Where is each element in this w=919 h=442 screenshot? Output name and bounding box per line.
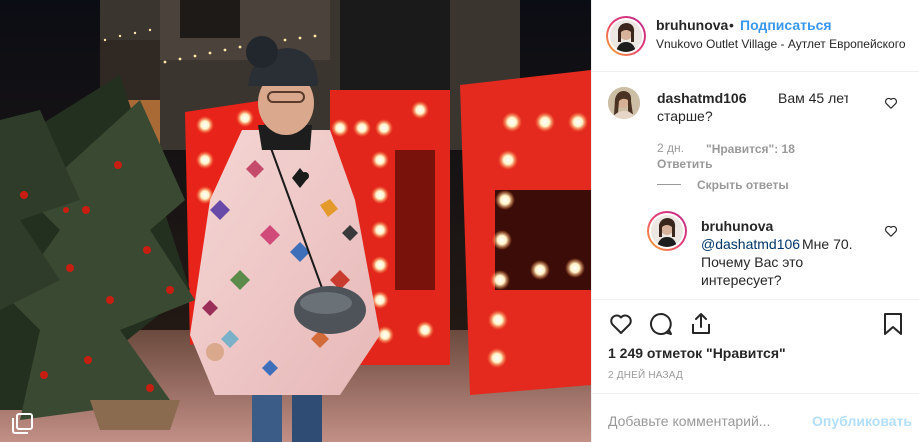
post-photo[interactable] (0, 0, 591, 442)
comment-likes-count[interactable]: "Нравится": 18 (706, 142, 795, 156)
comment-icon[interactable] (648, 311, 674, 337)
reply-like-heart-icon[interactable] (884, 224, 898, 238)
commenter-avatar[interactable] (608, 87, 640, 119)
comment-text-line1: Вам 45 лет? Или (778, 90, 848, 106)
comment-timestamp[interactable]: 2 дн. (657, 141, 684, 155)
comment-input[interactable] (608, 413, 808, 429)
post-date[interactable]: 2 ДНЕЙ НАЗАД (608, 370, 683, 381)
gallery-icon (12, 413, 33, 434)
location-link[interactable]: Vnukovo Outlet Village - Аутлет Европейс… (656, 37, 908, 51)
replies-divider (657, 184, 681, 185)
reply-text-line1: Мне 70. (802, 236, 853, 252)
post-view: bruhunova • Подписаться Vnukovo Outlet V… (0, 0, 919, 442)
post-header: bruhunova • Подписаться Vnukovo Outlet V… (592, 0, 919, 72)
likes-count[interactable]: 1 249 отметок "Нравится" (608, 345, 786, 361)
publish-button[interactable]: Опубликовать (812, 413, 912, 429)
follow-button[interactable]: Подписаться (740, 17, 832, 33)
heart-icon[interactable] (608, 311, 634, 337)
reply-author-photo (651, 215, 683, 247)
commenter-photo (608, 87, 640, 119)
share-icon[interactable] (688, 311, 714, 337)
author-username[interactable]: bruhunova (656, 17, 728, 33)
add-comment-bar: Опубликовать (592, 393, 919, 442)
author-avatar[interactable] (606, 16, 646, 56)
comment-text-line2: старше? (657, 108, 713, 124)
comment-username[interactable]: dashatmd106 (657, 90, 746, 106)
reply-author-avatar[interactable] (647, 211, 687, 251)
reply-text-line2: Почему Вас это (701, 254, 804, 270)
reply-button[interactable]: Ответить (657, 157, 712, 171)
hide-replies-button[interactable]: Скрыть ответы (697, 178, 789, 192)
reply-mention-link[interactable]: @dashatmd106 (701, 236, 800, 252)
photo-scene (0, 0, 591, 442)
reply-username[interactable]: bruhunova (701, 218, 773, 234)
bookmark-icon[interactable] (880, 311, 906, 337)
post-sidebar: bruhunova • Подписаться Vnukovo Outlet V… (591, 0, 919, 442)
header-separator: • (729, 17, 734, 33)
comment-like-heart-icon[interactable] (884, 96, 898, 110)
action-bar (592, 299, 919, 339)
author-photo (610, 20, 642, 52)
reply-text-line3: интересует? (701, 272, 782, 288)
